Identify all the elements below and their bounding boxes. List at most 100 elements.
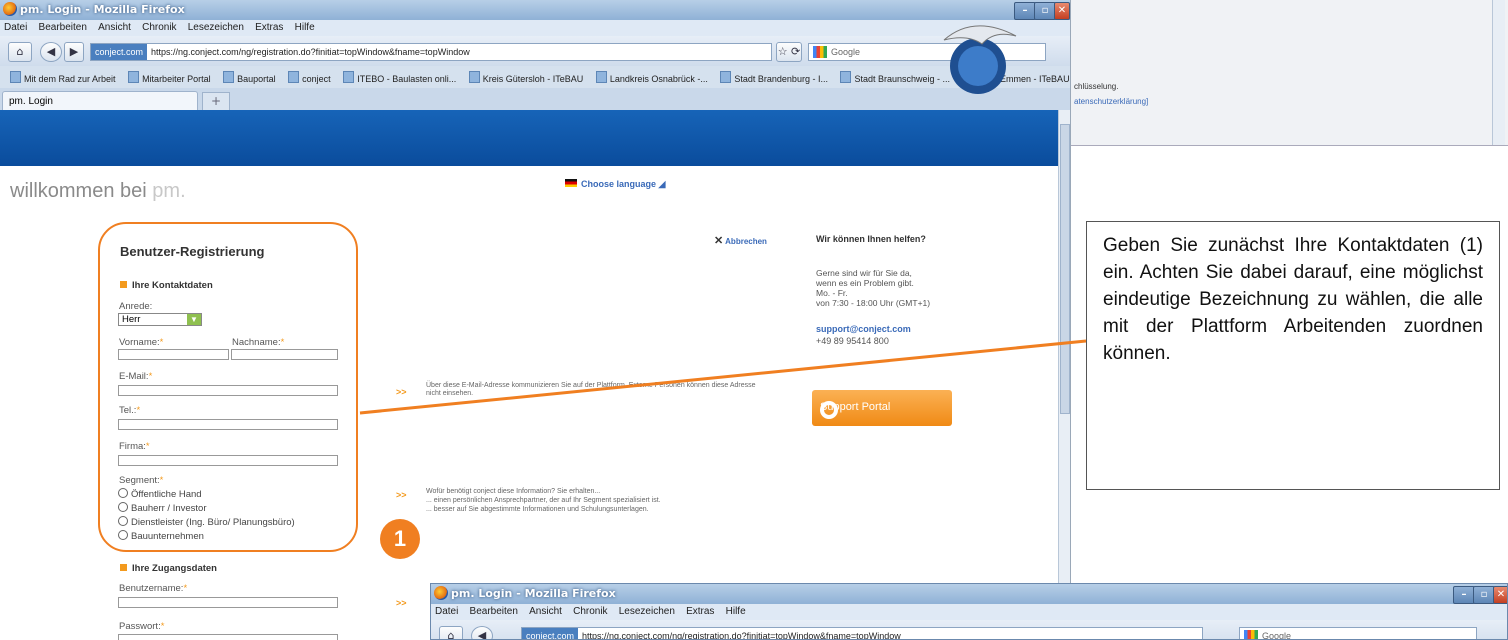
search-placeholder: Google xyxy=(831,47,861,57)
reload-icon[interactable]: ☆ ⟳ xyxy=(776,42,802,62)
help-title: Wir können Ihnen helfen? xyxy=(816,234,926,244)
tab-pm-login[interactable]: pm. Login xyxy=(2,91,198,110)
bookmark-item[interactable]: ITEBO - Baulasten onli... xyxy=(343,74,456,84)
menu-bar-2: Datei Bearbeiten Ansicht Chronik Lesezei… xyxy=(431,604,1507,620)
url-bar[interactable]: conject.com https://ng.conject.com/ng/reg… xyxy=(90,43,772,61)
window-title: pm. Login - Mozilla Firefox xyxy=(20,3,185,16)
instruction-callout: Geben Sie zunächst Ihre Kontaktdaten (1)… xyxy=(1086,221,1500,490)
menu-chronik[interactable]: Chronik xyxy=(573,606,607,617)
home-icon[interactable]: ⌂ xyxy=(439,626,463,639)
required-mark: * xyxy=(160,621,165,632)
menu-hilfe[interactable]: Hilfe xyxy=(295,22,315,33)
background-text-1: chlüsselung. xyxy=(1074,82,1119,91)
firefox-icon xyxy=(434,586,448,600)
navigation-bar: ⌂ ◀ ▶ conject.com https://ng.conject.com/… xyxy=(0,36,1070,66)
close-button[interactable]: ✕ xyxy=(1493,586,1507,604)
bookmark-item[interactable]: conject xyxy=(288,74,331,84)
segment-info-1: Wofür benötigt conject diese Information… xyxy=(426,488,601,495)
arrow-marker: >> xyxy=(396,490,407,500)
menu-bearbeiten[interactable]: Bearbeiten xyxy=(470,606,518,617)
site-identity-badge[interactable]: conject.com xyxy=(91,44,148,60)
bookmark-item[interactable]: Kreis Gütersloh - ITeBAU xyxy=(469,74,584,84)
back-icon[interactable]: ◀ xyxy=(471,626,493,639)
bookmark-item[interactable]: Bauportal xyxy=(223,74,276,84)
arrow-marker: >> xyxy=(396,598,407,608)
back-icon[interactable]: ◀ xyxy=(40,42,62,62)
scrollbar-thumb[interactable] xyxy=(1060,124,1070,414)
segment-info-3: ... besser auf Sie abgestimmte Informati… xyxy=(426,506,649,513)
site-header-banner xyxy=(0,110,1058,166)
benutzername-label: Benutzername:* xyxy=(119,583,187,594)
cancel-button[interactable]: ✕ Abbrechen xyxy=(714,234,767,247)
google-icon xyxy=(813,46,827,58)
google-icon xyxy=(1244,630,1258,639)
firefox-logo-icon xyxy=(943,25,1017,94)
window-title-2: pm. Login - Mozilla Firefox xyxy=(451,587,616,600)
home-icon[interactable]: ⌂ xyxy=(8,42,32,62)
bookmarks-toolbar: Mit dem Rad zur Arbeit Mitarbeiter Porta… xyxy=(0,66,1070,88)
url-bar-2[interactable]: conject.com https://ng.conject.com/ng/reg… xyxy=(521,627,1203,639)
background-scrollbar[interactable] xyxy=(1492,0,1505,145)
site-identity-badge[interactable]: conject.com xyxy=(522,628,579,639)
close-button[interactable]: ✕ xyxy=(1054,2,1070,20)
menu-extras[interactable]: Extras xyxy=(255,22,283,33)
search-box-2[interactable]: Google xyxy=(1239,627,1477,640)
cancel-label: Abbrechen xyxy=(725,237,767,246)
title-bar: pm. Login - Mozilla Firefox – ▫ ✕ xyxy=(0,0,1070,20)
menu-lesezeichen[interactable]: Lesezeichen xyxy=(619,606,675,617)
menu-hilfe[interactable]: Hilfe xyxy=(726,606,746,617)
language-label: Choose language xyxy=(581,179,657,189)
menu-extras[interactable]: Extras xyxy=(686,606,714,617)
firefox-icon xyxy=(3,2,17,16)
arrow-marker: >> xyxy=(396,387,407,397)
close-x-icon: ✕ xyxy=(714,235,724,247)
forward-icon[interactable]: ▶ xyxy=(64,42,84,62)
url-text: https://ng.conject.com/ng/registration.d… xyxy=(151,47,470,57)
help-line: wenn es ein Problem gibt. xyxy=(816,278,914,288)
maximize-button[interactable]: ▫ xyxy=(1473,586,1495,604)
menu-bar: Datei Bearbeiten Ansicht Chronik Lesezei… xyxy=(0,20,1070,36)
help-line: Gerne sind wir für Sie da, xyxy=(816,268,912,278)
help-body: Gerne sind wir für Sie da, wenn es ein P… xyxy=(816,268,930,308)
menu-lesezeichen[interactable]: Lesezeichen xyxy=(188,22,244,33)
german-flag-icon xyxy=(565,179,577,187)
email-info-text: Über diese E-Mail-Adresse kommunizieren … xyxy=(426,382,756,397)
menu-datei[interactable]: Datei xyxy=(435,606,458,617)
help-line: Mo. - Fr. xyxy=(816,288,848,298)
minimize-button[interactable]: – xyxy=(1453,586,1475,604)
lifebuoy-icon xyxy=(820,401,838,419)
required-mark: * xyxy=(183,583,188,594)
background-text-2: atenschutzerklärung] xyxy=(1074,97,1149,106)
second-firefox-window: pm. Login - Mozilla Firefox – ▫ ✕ Datei … xyxy=(430,583,1508,640)
segment-info-2: ... einen persönlichen Ansprechpartner, … xyxy=(426,497,661,504)
support-email-link[interactable]: support@conject.com xyxy=(816,324,911,334)
highlight-contact-section xyxy=(98,222,358,552)
passwort-label-text: Passwort: xyxy=(119,621,161,632)
firefox-window: pm. Login - Mozilla Firefox – ▫ ✕ Datei … xyxy=(0,0,1071,640)
maximize-button[interactable]: ▫ xyxy=(1034,2,1056,20)
welcome-brand: pm. xyxy=(152,180,186,202)
welcome-text: willkommen bei xyxy=(10,180,147,202)
benutzername-input[interactable] xyxy=(118,597,338,608)
search-placeholder: Google xyxy=(1262,631,1292,640)
menu-bearbeiten[interactable]: Bearbeiten xyxy=(39,22,87,33)
step-number-badge: 1 xyxy=(380,519,420,559)
welcome-heading: willkommen bei pm. xyxy=(10,180,186,203)
bookmark-item[interactable]: Stadt Brandenburg - I... xyxy=(720,74,828,84)
tab-bar: pm. Login + xyxy=(0,88,1070,111)
help-line: von 7:30 - 18:00 Uhr (GMT+1) xyxy=(816,298,931,308)
new-tab-button[interactable]: + xyxy=(202,92,230,111)
support-portal-button[interactable]: Support Portal xyxy=(812,390,952,426)
page-scrollbar[interactable] xyxy=(1058,110,1070,640)
bookmark-item[interactable]: Mit dem Rad zur Arbeit xyxy=(10,74,116,84)
passwort-input[interactable] xyxy=(118,634,338,640)
section-access: Ihre Zugangsdaten xyxy=(120,563,217,574)
menu-ansicht[interactable]: Ansicht xyxy=(98,22,131,33)
menu-ansicht[interactable]: Ansicht xyxy=(529,606,562,617)
menu-datei[interactable]: Datei xyxy=(4,22,27,33)
menu-chronik[interactable]: Chronik xyxy=(142,22,176,33)
bookmark-item[interactable]: Landkreis Osnabrück -... xyxy=(596,74,708,84)
bookmark-item[interactable]: Mitarbeiter Portal xyxy=(128,74,211,84)
language-selector[interactable]: Choose language ◢ xyxy=(565,179,665,190)
navigation-bar-2: ⌂ ◀ conject.com https://ng.conject.com/ng… xyxy=(431,620,1507,640)
